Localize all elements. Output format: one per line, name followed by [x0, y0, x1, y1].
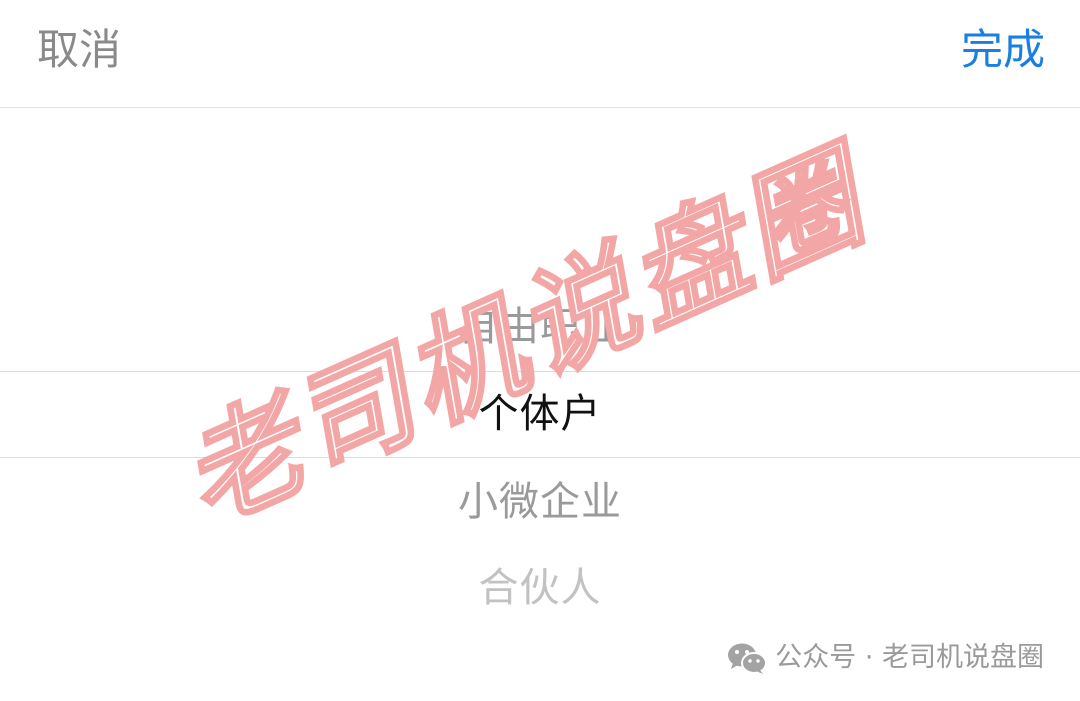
footer-text: 公众号 · 老司机说盘圈 — [775, 642, 1044, 673]
picker-option[interactable]: 自由职业 — [0, 302, 1080, 352]
picker-option[interactable]: 小微企业 — [0, 477, 1080, 527]
picker-option[interactable]: 合伙人 — [0, 563, 1080, 613]
done-button[interactable]: 完成 — [961, 25, 1045, 75]
footer-attribution: 公众号 · 老司机说盘圈 — [727, 638, 1044, 678]
picker-option-selected[interactable]: 个体户 — [0, 389, 1080, 439]
picker-toolbar: 取消 完成 — [0, 0, 1080, 108]
picker-wheel[interactable]: 自由职业 个体户 小微企业 合伙人 — [0, 109, 1080, 701]
cancel-button[interactable]: 取消 — [37, 25, 121, 75]
selection-indicator-bottom — [0, 457, 1080, 458]
picker-sheet: 取消 完成 自由职业 个体户 小微企业 合伙人 老司机说盘圈 公众号 · 老司机… — [0, 0, 1080, 701]
wechat-icon — [728, 643, 768, 674]
selection-indicator-top — [0, 371, 1080, 372]
